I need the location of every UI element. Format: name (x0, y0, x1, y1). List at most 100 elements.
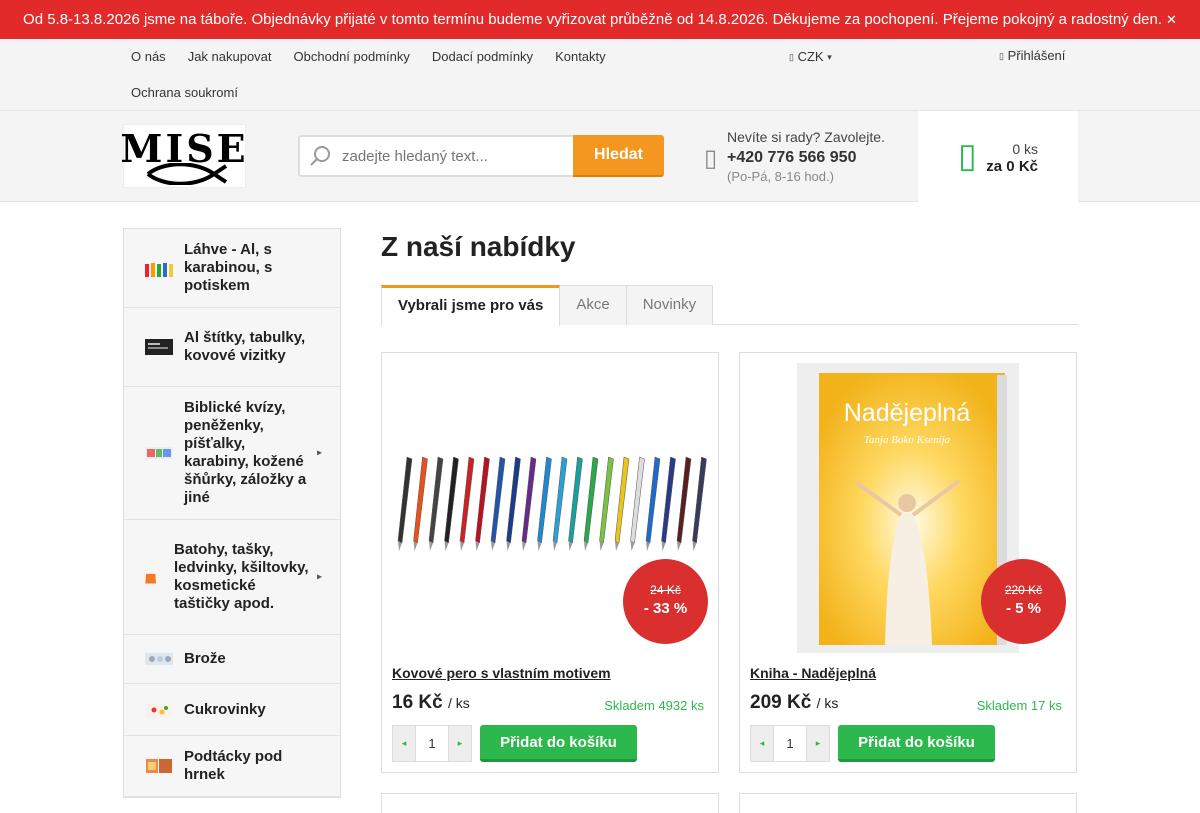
search-icon (310, 146, 330, 166)
add-to-cart-button[interactable]: Přidat do košíku (480, 725, 637, 762)
cart-total: za 0 Kč (986, 158, 1038, 175)
decrease-button[interactable]: ◂ (751, 726, 773, 761)
tab-sale[interactable]: Akce (560, 285, 627, 325)
search-box (298, 135, 573, 177)
pen (645, 456, 661, 551)
discount-badge: 24 Kč - 33 % (623, 559, 708, 644)
pen (537, 456, 552, 551)
pen (599, 456, 614, 551)
cart-widget[interactable]: ▯ 0 ks za 0 Kč (918, 111, 1078, 202)
category-item[interactable]: Batohy, tašky, ledvinky, kšiltovky, kosm… (124, 520, 340, 635)
category-item[interactable]: Biblické kvízy, peněženky, píšťalky, kar… (124, 387, 340, 520)
category-item[interactable]: Podtácky pod hrnek (124, 736, 340, 797)
phone-icon: ▯ (704, 145, 718, 172)
chevron-right-icon: ▸ (316, 447, 322, 459)
category-thumbnail (145, 263, 173, 277)
contact-question: Nevíte si rady? Zavolejte. (727, 129, 885, 145)
pen (475, 456, 490, 551)
nav-link-contacts[interactable]: Kontakty (547, 39, 614, 75)
decrease-button[interactable]: ◂ (393, 726, 415, 761)
category-item[interactable]: Al štítky, tabulky, kovové vizitky (124, 308, 340, 387)
pen (661, 456, 676, 551)
add-to-cart-button[interactable]: Přidat do košíku (838, 725, 995, 762)
category-thumbnail (145, 339, 173, 355)
category-thumbnail (145, 573, 156, 584)
pen (676, 456, 692, 551)
pen (614, 456, 630, 551)
product-price: 16 Kč / ks (392, 692, 470, 714)
quantity-stepper: ◂ 1 ▸ (392, 725, 472, 762)
main-content: Z naší nabídky Vybrali jsme pro vás Akce… (381, 228, 1078, 813)
opening-hours: (Po-Pá, 8-16 hod.) (727, 169, 834, 184)
search-form: Hledat (298, 135, 664, 177)
pen (490, 456, 506, 551)
category-label: Láhve - Al, s karabinou, s potiskem (184, 241, 273, 294)
category-thumbnail (145, 653, 173, 665)
category-label: Brože (184, 650, 226, 667)
tab-new[interactable]: Novinky (626, 285, 714, 325)
product-card: 24 Kč - 33 % Kovové pero s vlastním moti… (381, 352, 719, 773)
pens-image (397, 456, 707, 551)
category-item[interactable]: Láhve - Al, s karabinou, s potiskem (124, 229, 340, 308)
stock-status: Skladem 4932 ks (604, 698, 704, 713)
stock-status: Skladem 17 ks (976, 698, 1062, 713)
nav-link-about[interactable]: O nás (123, 39, 174, 75)
site-logo[interactable]: MISE (120, 124, 246, 188)
user-icon: ▯ (999, 51, 1004, 62)
search-button[interactable]: Hledat (573, 135, 664, 177)
pen (692, 456, 707, 551)
nav-link-how-to-buy[interactable]: Jak nakupovat (180, 39, 280, 75)
currency-selector[interactable]: ▯ CZK ▾ (789, 49, 832, 64)
pen (413, 456, 428, 551)
pen (568, 456, 583, 551)
quantity-value[interactable]: 1 (773, 726, 807, 761)
pen (397, 456, 413, 551)
category-label: Cukrovinky (184, 700, 266, 718)
nav-link-privacy[interactable]: Ochrana soukromí (123, 75, 246, 111)
old-price: 24 Kč (650, 583, 681, 597)
login-link[interactable]: ▯ Přihlášení (999, 48, 1065, 63)
section-title: Z naší nabídky (381, 231, 576, 262)
search-input[interactable] (332, 147, 552, 165)
category-label: Al štítky, tabulky, kovové vizitky (184, 329, 306, 364)
discount-percent: - 5 % (1005, 600, 1041, 617)
book-cover-title: Nadějeplná (844, 399, 971, 427)
cart-count: 0 ks (1012, 141, 1038, 157)
product-card (739, 793, 1077, 813)
close-icon[interactable]: ✕ (1166, 12, 1177, 28)
category-sidebar: Láhve - Al, s karabinou, s potiskem Al š… (123, 228, 341, 798)
nav-link-delivery[interactable]: Dodací podmínky (424, 39, 541, 75)
pen (444, 456, 459, 551)
product-tabs: Vybrali jsme pro vás Akce Novinky (381, 285, 1078, 326)
category-label: Biblické kvízy, peněženky, píšťalky, kar… (184, 399, 307, 506)
pen (459, 456, 475, 551)
product-card (381, 793, 719, 813)
phone-number[interactable]: +420 776 566 950 (727, 149, 885, 167)
category-thumbnail (146, 703, 172, 718)
product-name[interactable]: Kovové pero s vlastním motivem (392, 665, 611, 681)
tab-recommended[interactable]: Vybrali jsme pro vás (381, 285, 561, 326)
price-unit: / ks (816, 695, 839, 711)
price-value: 16 Kč (392, 692, 443, 713)
chevron-down-icon: ▾ (827, 52, 832, 63)
pen (552, 456, 568, 551)
product-name[interactable]: Kniha - Nadějeplná (750, 665, 876, 681)
increase-button[interactable]: ▸ (807, 726, 829, 761)
category-thumbnail (146, 759, 172, 773)
fish-icon (146, 163, 228, 185)
info-links: O nás Jak nakupovat Obchodní podmínky Dodac… (123, 39, 803, 111)
pen (521, 456, 537, 551)
discount-percent: - 33 % (643, 600, 688, 617)
quantity-value[interactable]: 1 (415, 726, 449, 761)
old-price: 220 Kč (1004, 583, 1043, 597)
price-unit: / ks (447, 695, 470, 711)
nav-link-terms[interactable]: Obchodní podmínky (286, 39, 418, 75)
category-item[interactable]: Brože (124, 635, 340, 684)
price-value: 209 Kč (750, 692, 812, 713)
top-navigation: O nás Jak nakupovat Obchodní podmínky Dodac… (0, 39, 1200, 111)
increase-button[interactable]: ▸ (449, 726, 471, 761)
currency-label: CZK (797, 49, 824, 64)
category-item[interactable]: Cukrovinky (124, 684, 340, 736)
category-thumbnail (145, 447, 173, 459)
category-label: Batohy, tašky, ledvinky, kšiltovky, kosm… (174, 541, 309, 612)
